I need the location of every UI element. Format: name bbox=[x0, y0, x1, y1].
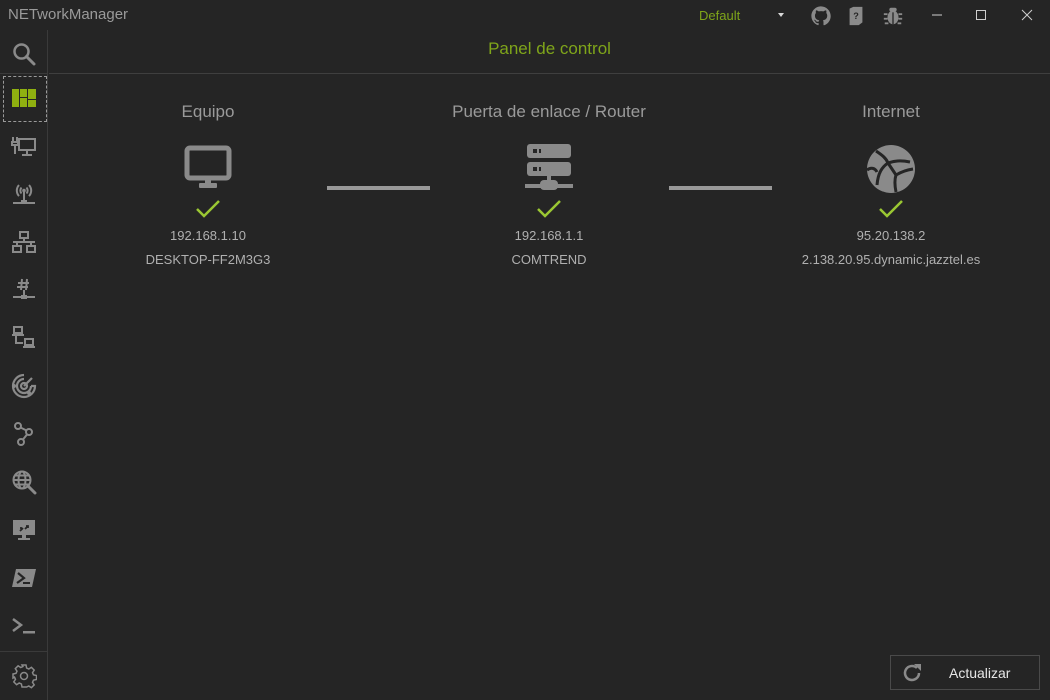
check-icon bbox=[877, 198, 905, 220]
network-tree-icon bbox=[12, 231, 36, 253]
bug-icon[interactable] bbox=[882, 5, 904, 27]
node-title: Internet bbox=[862, 102, 920, 121]
server-icon bbox=[522, 142, 576, 196]
maximize-button[interactable] bbox=[958, 0, 1004, 30]
title-bar: NETworkManager Default ? bbox=[0, 0, 1050, 30]
monitor-icon bbox=[181, 142, 235, 196]
svg-text:?: ? bbox=[853, 11, 859, 21]
node-title: Equipo bbox=[181, 102, 235, 121]
dashboard-icon bbox=[12, 89, 36, 107]
github-icon[interactable] bbox=[810, 5, 832, 27]
gear-icon bbox=[12, 664, 37, 689]
terminal-icon bbox=[12, 618, 35, 634]
sidebar-item-dns-lookup[interactable] bbox=[0, 458, 48, 506]
connection-line bbox=[669, 186, 772, 190]
connection-line bbox=[327, 186, 430, 190]
node-computer: Equipo 192.168.1.10 DESKTOP-FF2M3G3 bbox=[78, 100, 338, 270]
sidebar-item-traceroute[interactable] bbox=[0, 410, 48, 458]
refresh-button[interactable]: Actualizar bbox=[890, 655, 1040, 690]
app-window: NETworkManager Default ? Panel de contro… bbox=[0, 0, 1050, 700]
node-hostname: DESKTOP-FF2M3G3 bbox=[145, 252, 271, 267]
close-button[interactable] bbox=[1004, 0, 1050, 30]
node-internet: Internet 95.20.138.2 2.138.20.95.dynamic… bbox=[761, 100, 1021, 270]
sidebar-item-settings[interactable] bbox=[0, 652, 48, 700]
profile-selector[interactable]: Default bbox=[699, 4, 789, 26]
page-title: Panel de control bbox=[488, 39, 611, 58]
hash-network-icon bbox=[13, 278, 35, 299]
sidebar-item-ping-monitor[interactable] bbox=[0, 314, 48, 362]
header-divider bbox=[49, 73, 1050, 74]
wireless-icon bbox=[13, 184, 35, 204]
sidebar bbox=[0, 30, 48, 700]
chevron-down-icon bbox=[778, 13, 784, 17]
sidebar-item-remote-desktop[interactable] bbox=[0, 506, 48, 554]
node-ip: 192.168.1.10 bbox=[170, 228, 246, 243]
sidebar-item-powershell[interactable] bbox=[0, 554, 48, 602]
node-title: Puerta de enlace / Router bbox=[452, 102, 646, 121]
check-icon bbox=[535, 198, 563, 220]
sidebar-item-dashboard[interactable] bbox=[0, 74, 48, 122]
profile-selected-value: Default bbox=[699, 7, 741, 23]
radar-icon bbox=[11, 373, 37, 399]
help-book-icon[interactable]: ? bbox=[845, 5, 867, 27]
sidebar-item-ip-scanner[interactable] bbox=[0, 218, 48, 266]
app-title: NETworkManager bbox=[8, 6, 129, 23]
sidebar-item-putty[interactable] bbox=[0, 602, 48, 650]
node-hostname: 2.138.20.95.dynamic.jazztel.es bbox=[801, 252, 981, 267]
sidebar-item-port-scanner[interactable] bbox=[0, 266, 48, 314]
node-ip: 192.168.1.1 bbox=[514, 228, 584, 243]
globe-search-icon bbox=[12, 470, 37, 495]
powershell-icon bbox=[12, 569, 36, 587]
sidebar-item-wifi[interactable] bbox=[0, 170, 48, 218]
minimize-button[interactable] bbox=[914, 0, 960, 30]
refresh-button-label: Actualizar bbox=[949, 665, 1011, 681]
node-hostname: COMTREND bbox=[511, 252, 587, 267]
node-router: Puerta de enlace / Router 192.168.1.1 CO… bbox=[419, 100, 679, 270]
internet-globe-icon bbox=[864, 142, 918, 196]
refresh-icon bbox=[901, 662, 923, 684]
network-interface-icon bbox=[11, 137, 36, 156]
sidebar-item-network-interface[interactable] bbox=[0, 122, 48, 170]
check-icon bbox=[194, 198, 222, 220]
node-ip: 95.20.138.2 bbox=[856, 228, 926, 243]
route-icon bbox=[14, 422, 33, 446]
remote-desktop-icon bbox=[13, 520, 35, 540]
search-icon bbox=[13, 43, 36, 66]
sidebar-item-search[interactable] bbox=[0, 30, 48, 78]
sidebar-item-discovery[interactable] bbox=[0, 362, 48, 410]
computers-icon bbox=[12, 326, 35, 348]
